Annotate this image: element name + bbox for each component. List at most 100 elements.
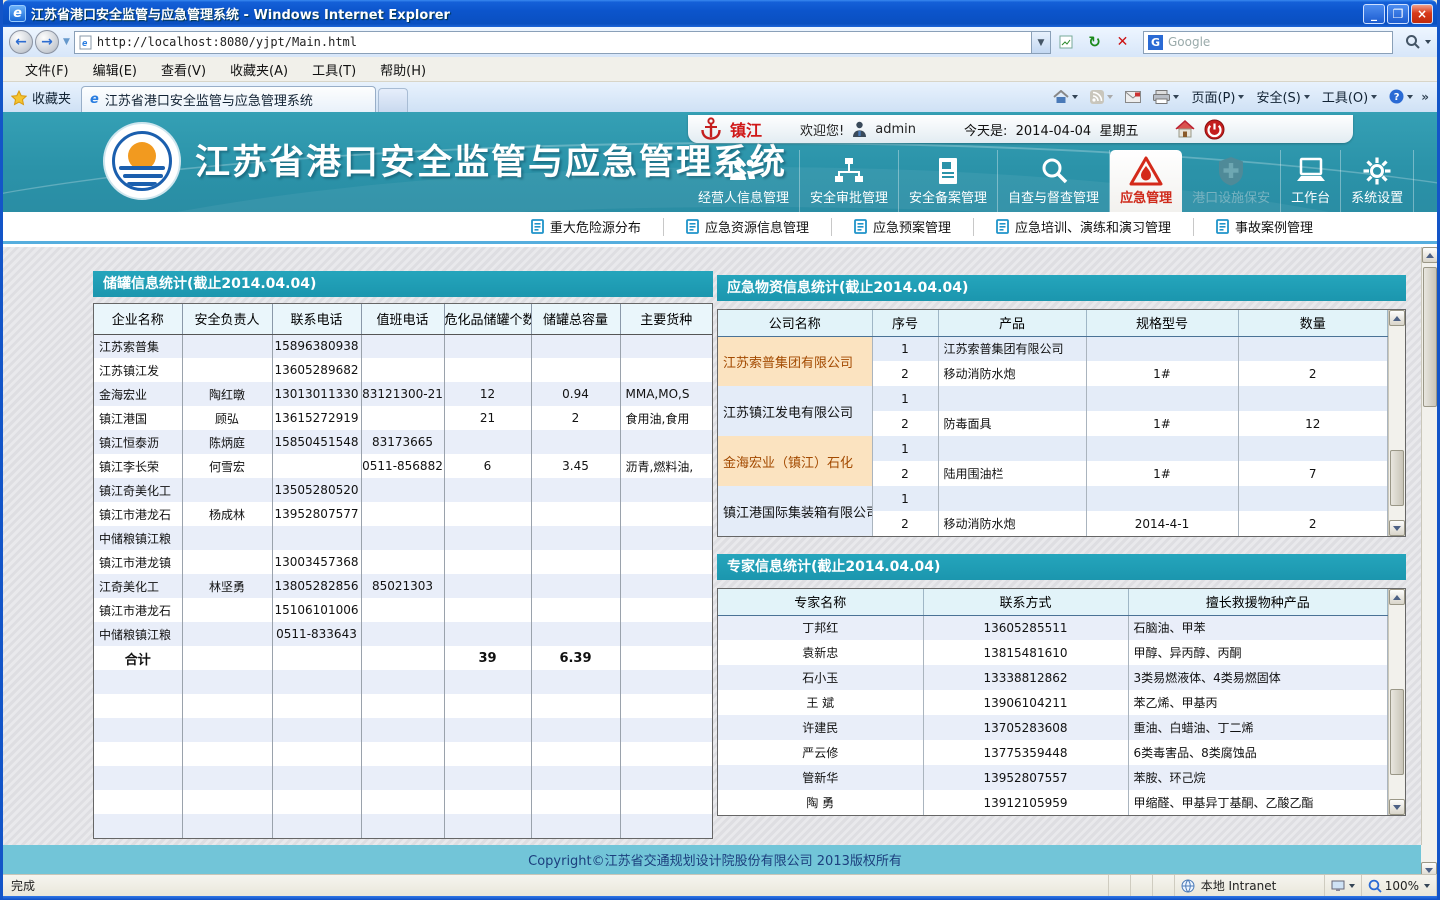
safety-menu[interactable]: 安全(S): [1252, 85, 1313, 108]
subnav-item-重大危险源分布[interactable]: 重大危险源分布: [509, 218, 664, 236]
maximize-button[interactable]: ❐: [1387, 4, 1409, 24]
home-shortcut-icon[interactable]: [1174, 119, 1196, 139]
mail-button[interactable]: [1121, 89, 1145, 105]
table-row[interactable]: 镇江李长荣何雪宏0511-85688263.45沥青,燃料油,: [94, 454, 712, 478]
security-zone: 本地 Intranet: [1175, 875, 1325, 896]
nav-item-系统设置[interactable]: 系统设置: [1341, 150, 1414, 212]
subnav-item-应急培训、演练和演习管理[interactable]: 应急培训、演练和演习管理: [974, 218, 1194, 236]
scroll-down-icon[interactable]: [1389, 799, 1405, 815]
search-dropdown-icon[interactable]: [1425, 40, 1431, 44]
nav-item-应急管理[interactable]: 应急管理: [1110, 150, 1182, 212]
table-row[interactable]: 王 斌13906104211苯乙烯、甲基丙: [718, 690, 1388, 715]
menu-item[interactable]: 编辑(E): [81, 57, 149, 82]
nav-label: 工作台: [1291, 187, 1330, 206]
help-button[interactable]: ?: [1385, 87, 1417, 106]
refresh-button[interactable]: ↻: [1082, 30, 1107, 54]
cell: [444, 814, 531, 838]
nav-item-港口设施保安[interactable]: 港口设施保安: [1182, 150, 1281, 212]
forward-button[interactable]: →: [35, 30, 59, 54]
scroll-down-icon[interactable]: [1421, 862, 1437, 874]
subnav-item-应急资源信息管理[interactable]: 应急资源信息管理: [664, 218, 832, 236]
page-scrollbar-end[interactable]: [1421, 845, 1437, 874]
table-row[interactable]: 陶 勇13912105959甲缩醛、甲基异丁基酮、乙酸乙酯: [718, 790, 1388, 815]
menu-item[interactable]: 帮助(H): [368, 57, 438, 82]
search-box[interactable]: G Google: [1143, 31, 1393, 54]
overflow-chevron-icon[interactable]: »: [1421, 90, 1429, 104]
nav-item-经营人信息管理[interactable]: 经营人信息管理: [688, 150, 800, 212]
table-row[interactable]: 石小玉133388128623类易燃液体、4类易燃固体: [718, 665, 1388, 690]
subnav-item-应急预案管理[interactable]: 应急预案管理: [832, 218, 974, 236]
cell: 2: [872, 411, 938, 436]
page-scrollbar[interactable]: [1421, 247, 1437, 845]
city-label[interactable]: 镇江: [730, 117, 762, 141]
table-row[interactable]: 镇江恒泰沥陈炳庭1585045154883173665: [94, 430, 712, 454]
table-row[interactable]: 江苏镇江发13605289682: [94, 358, 712, 382]
feeds-button[interactable]: [1086, 88, 1117, 106]
table-row[interactable]: 江苏镇江发电有限公司1: [718, 386, 1388, 411]
cell: 石小玉: [718, 665, 923, 690]
tab-active[interactable]: e 江苏省港口安全监管与应急管理系统: [81, 86, 376, 112]
compatibility-button[interactable]: [1054, 30, 1079, 54]
supplies-scrollbar[interactable]: [1388, 310, 1405, 536]
menu-item[interactable]: 文件(F): [13, 57, 81, 82]
url-field[interactable]: e http://localhost:8080/yjpt/Main.html: [74, 31, 1032, 54]
table-row[interactable]: 镇江港国际集装箱有限公司1: [718, 486, 1388, 511]
url-dropdown-button[interactable]: ▼: [1032, 31, 1051, 54]
table-row[interactable]: 袁新忠13815481610甲醇、异丙醇、丙酮: [718, 640, 1388, 665]
cell: 中储粮镇江粮: [94, 526, 182, 550]
close-button[interactable]: ×: [1411, 4, 1433, 24]
history-dropdown-icon[interactable]: ▼: [63, 37, 70, 47]
table-row[interactable]: 江苏索普集15896380938: [94, 334, 712, 358]
stop-button[interactable]: ✕: [1110, 30, 1135, 54]
table-row[interactable]: 严云修137753594486类毒害品、8类腐蚀品: [718, 740, 1388, 765]
table-row[interactable]: 管新华13952807557苯胺、环己烷: [718, 765, 1388, 790]
menu-item[interactable]: 工具(T): [300, 57, 368, 82]
table-row[interactable]: 镇江奇美化工13505280520: [94, 478, 712, 502]
menu-item[interactable]: 查看(V): [149, 57, 218, 82]
table-row[interactable]: 金海宏业（镇江）石化1: [718, 436, 1388, 461]
table-row[interactable]: 中储粮镇江粮: [94, 526, 712, 550]
table-row[interactable]: 镇江市港龙石15106101006: [94, 598, 712, 622]
home-button[interactable]: [1049, 88, 1082, 106]
minimize-button[interactable]: _: [1363, 4, 1385, 24]
zoom-control[interactable]: 100%: [1362, 875, 1437, 896]
nav-label: 经营人信息管理: [698, 187, 789, 206]
cell: [182, 334, 272, 358]
nav-item-安全备案管理[interactable]: 安全备案管理: [899, 150, 998, 212]
new-tab-stub[interactable]: [378, 88, 408, 112]
logout-icon[interactable]: [1204, 119, 1225, 140]
print-button[interactable]: [1149, 88, 1183, 106]
scroll-up-icon[interactable]: [1389, 310, 1405, 326]
scroll-down-icon[interactable]: [1389, 520, 1405, 536]
table-row[interactable]: 江苏索普集团有限公司1江苏索普集团有限公司: [718, 336, 1388, 361]
nav-item-安全审批管理[interactable]: 安全审批管理: [800, 150, 899, 212]
username[interactable]: admin: [875, 122, 916, 137]
cell: 王 斌: [718, 690, 923, 715]
cell: 防毒面具: [938, 411, 1086, 436]
subnav-item-事故案例管理[interactable]: 事故案例管理: [1194, 218, 1335, 236]
table-row[interactable]: 镇江市港龙石杨成林13952807577: [94, 502, 712, 526]
table-row[interactable]: 镇江市港龙镇13003457368: [94, 550, 712, 574]
protected-mode-pane[interactable]: [1325, 875, 1362, 896]
menu-item[interactable]: 收藏夹(A): [218, 57, 300, 82]
table-row[interactable]: 金海宏业陶红暾1301301133083121300-21120.94MMA,M…: [94, 382, 712, 406]
table-row[interactable]: 江奇美化工林坚勇1380528285685021303: [94, 574, 712, 598]
scroll-up-icon[interactable]: [1422, 247, 1437, 263]
cell: 15850451548: [272, 430, 361, 454]
scroll-up-icon[interactable]: [1389, 589, 1405, 605]
table-row[interactable]: 合计396.39: [94, 646, 712, 670]
experts-scrollbar[interactable]: [1388, 589, 1405, 815]
favorites-button[interactable]: 收藏夹: [3, 88, 81, 112]
table-row[interactable]: 镇江港国顾弘13615272919212食用油,食用: [94, 406, 712, 430]
back-button[interactable]: ←: [9, 30, 33, 54]
table-row[interactable]: 许建民13705283608重油、白蜡油、丁二烯: [718, 715, 1388, 740]
nav-item-工作台[interactable]: 工作台: [1281, 150, 1341, 212]
column-header: 安全负责人: [182, 304, 272, 334]
table-row[interactable]: 丁邦红13605285511石脑油、甲苯: [718, 615, 1388, 640]
search-button[interactable]: [1400, 30, 1425, 54]
page-menu[interactable]: 页面(P): [1187, 85, 1248, 108]
cell: [94, 694, 182, 718]
tools-menu[interactable]: 工具(O): [1318, 85, 1381, 108]
table-row[interactable]: 中储粮镇江粮0511-833643: [94, 622, 712, 646]
nav-item-自查与督查管理[interactable]: 自查与督查管理: [998, 150, 1110, 212]
